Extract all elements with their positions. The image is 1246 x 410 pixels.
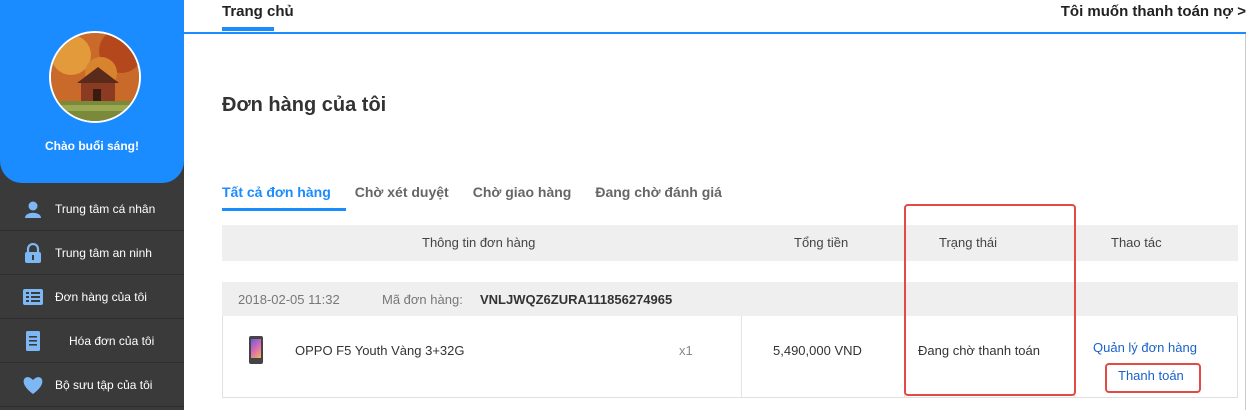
tab-home[interactable]: Trang chủ: [222, 0, 294, 20]
order-code-label: Mã đơn hàng:: [382, 292, 463, 307]
header-total: Tổng tiền: [794, 235, 849, 250]
top-bar: Trang chủ Tôi muốn thanh toán nợ >: [184, 0, 1246, 34]
sidebar-item-label: Hóa đơn của tôi: [69, 333, 155, 348]
sidebar-item-label: Trung tâm an ninh: [55, 245, 152, 260]
active-tab-indicator: [222, 208, 346, 211]
avatar[interactable]: [49, 31, 141, 123]
heart-icon: [21, 375, 45, 395]
sidebar: Chào buổi sáng! Trung tâm cá nhân Trung …: [0, 0, 184, 410]
sidebar-item-invoices[interactable]: Hóa đơn của tôi: [0, 319, 184, 363]
product-qty: x1: [679, 343, 693, 358]
product-thumbnail[interactable]: [249, 336, 263, 364]
sidebar-item-collection[interactable]: Bộ sưu tập của tôi: [0, 363, 184, 407]
user-icon: [21, 199, 45, 219]
product-name[interactable]: OPPO F5 Youth Vàng 3+32G: [295, 343, 464, 358]
order-meta-row: 2018-02-05 11:32 Mã đơn hàng: VNLJWQZ6ZU…: [222, 282, 1238, 316]
sidebar-item-label: Trung tâm cá nhân: [55, 201, 156, 216]
invoice-icon: [21, 330, 45, 351]
order-total: 5,490,000 VND: [773, 343, 862, 358]
order-row: OPPO F5 Youth Vàng 3+32G x1 5,490,000 VN…: [222, 316, 1238, 398]
order-date: 2018-02-05 11:32: [238, 292, 340, 307]
order-code: VNLJWQZ6ZURA111856274965: [480, 292, 673, 307]
header-actions: Thao tác: [1111, 235, 1162, 250]
tab-pending-review[interactable]: Chờ xét duyệt: [355, 184, 449, 200]
sidebar-item-personal[interactable]: Trung tâm cá nhân: [0, 187, 184, 231]
status-column-highlight: [904, 204, 1076, 396]
order-tabs: Tất cả đơn hàng Chờ xét duyệt Chờ giao h…: [222, 184, 746, 200]
header-order-info: Thông tin đơn hàng: [422, 235, 536, 250]
profile-card: Chào buổi sáng!: [0, 0, 184, 183]
tab-home-indicator: [222, 27, 274, 31]
table-header: Thông tin đơn hàng Tổng tiền Trạng thái …: [222, 225, 1238, 261]
sidebar-item-orders[interactable]: Đơn hàng của tôi: [0, 275, 184, 319]
manage-order-link[interactable]: Quản lý đơn hàng: [1093, 340, 1197, 355]
tab-awaiting-rating[interactable]: Đang chờ đánh giá: [595, 184, 722, 200]
tab-all-orders[interactable]: Tất cả đơn hàng: [222, 184, 331, 200]
tab-awaiting-delivery[interactable]: Chờ giao hàng: [473, 184, 572, 200]
column-divider: [741, 316, 742, 398]
list-icon: [21, 287, 45, 307]
greeting-text: Chào buổi sáng!: [45, 139, 139, 153]
sidebar-item-label: Đơn hàng của tôi: [55, 289, 147, 304]
sidebar-item-label: Bộ sưu tập của tôi: [55, 377, 153, 392]
page-root: Chào buổi sáng! Trung tâm cá nhân Trung …: [0, 0, 1246, 410]
page-title: Đơn hàng của tôi: [222, 94, 387, 116]
pay-button-highlight: [1105, 363, 1201, 393]
sidebar-nav: Trung tâm cá nhân Trung tâm an ninh Đơn …: [0, 187, 184, 407]
lock-icon: [21, 242, 45, 263]
sidebar-item-security[interactable]: Trung tâm an ninh: [0, 231, 184, 275]
pay-debt-link[interactable]: Tôi muốn thanh toán nợ >: [1061, 3, 1246, 20]
